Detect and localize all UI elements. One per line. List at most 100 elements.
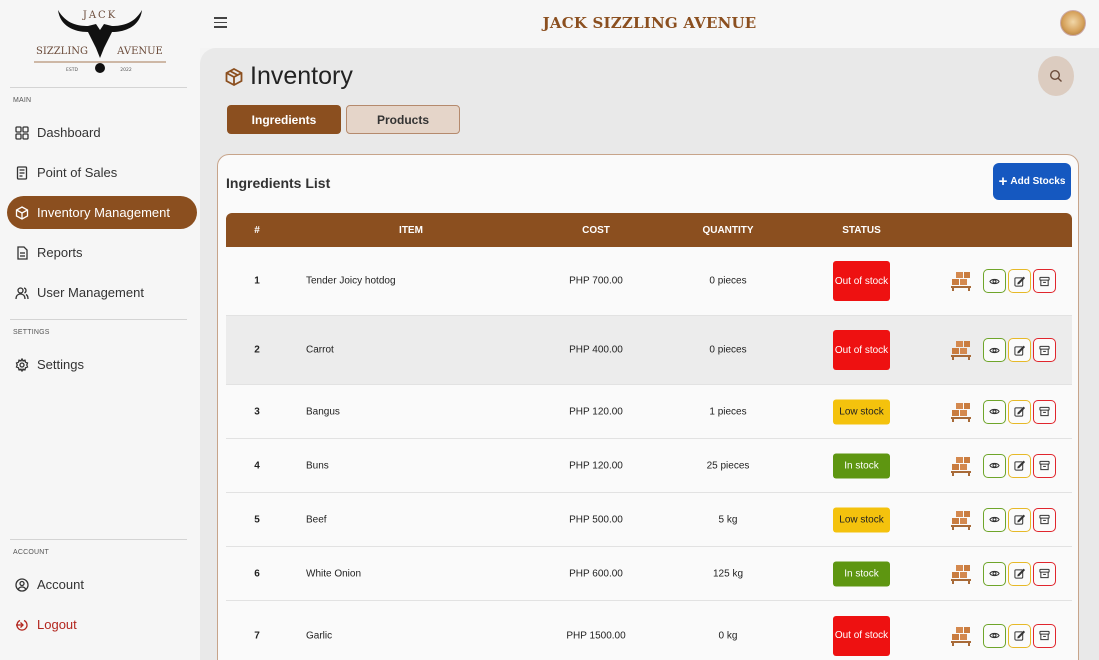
table-row: 7 Garlic PHP 1500.00 0 kg Out of stock [226,601,1072,660]
archive-button[interactable] [1033,453,1056,478]
sidebar-divider [10,319,187,320]
row-item: Garlic [306,630,333,641]
header-status: STATUS [842,225,881,236]
eye-icon [989,570,1000,577]
edit-button[interactable] [1008,338,1031,362]
sidebar-item-label: Inventory Management [37,205,170,220]
archive-button[interactable] [1033,338,1056,362]
sidebar-item-logout[interactable]: Logout [7,608,197,641]
row-cost: PHP 120.00 [569,406,623,417]
archive-icon [1039,460,1050,471]
row-actions [950,507,1060,532]
svg-text:2022: 2022 [120,67,132,73]
archive-icon [1039,406,1050,417]
view-button[interactable] [983,507,1006,532]
view-button[interactable] [983,269,1006,293]
sidebar-item-inventory-management[interactable]: Inventory Management [7,196,197,229]
status-badge: In stock [833,453,890,478]
row-status: Low stock [833,399,890,424]
page-title-text: Inventory [250,62,353,90]
edit-icon [1014,514,1025,525]
table-row: 6 White Onion PHP 600.00 125 kg In stock [226,547,1072,601]
row-actions [950,453,1060,478]
row-quantity: 5 kg [718,514,738,525]
sidebar-item-user-management[interactable]: User Management [7,276,197,309]
row-item: Buns [306,460,329,471]
edit-button[interactable] [1008,269,1031,293]
row-cost: PHP 400.00 [569,344,623,356]
app: JACK SIZZLING AVENUE ESTD 2022 MAIN Dash… [0,0,1099,660]
status-badge: In stock [833,561,890,586]
stock-boxes-icon[interactable] [950,339,972,361]
stock-boxes-icon[interactable] [950,563,972,585]
row-quantity: 1 pieces [709,406,747,417]
tab-ingredients[interactable]: Ingredients [227,105,341,134]
archive-button[interactable] [1033,399,1056,424]
header-quantity: QUANTITY [702,225,754,236]
avatar[interactable] [1060,10,1086,36]
edit-icon [1014,630,1025,641]
row-cost: PHP 700.00 [569,275,623,287]
view-button[interactable] [983,399,1006,424]
row-status: In stock [833,561,890,586]
add-stocks-label: Add Stocks [1010,176,1066,187]
row-number: 1 [254,275,260,287]
stock-boxes-icon[interactable] [950,625,972,647]
sidebar-item-reports[interactable]: Reports [7,236,197,269]
edit-button[interactable] [1008,399,1031,424]
main-content: Inventory Ingredients Products Ingredien… [200,48,1099,660]
row-quantity: 125 kg [712,568,744,579]
archive-icon [1039,276,1050,286]
brand-logo[interactable]: JACK SIZZLING AVENUE ESTD 2022 [30,4,170,76]
row-item: Beef [306,514,327,525]
stock-boxes-icon[interactable] [950,270,972,292]
row-item: Tender Joicy hotdog [306,275,396,287]
edit-button[interactable] [1008,623,1031,648]
row-cost: PHP 600.00 [569,568,623,579]
view-button[interactable] [983,453,1006,478]
row-number: 2 [254,344,260,356]
table-row: 3 Bangus PHP 120.00 1 pieces Low stock [226,385,1072,439]
edit-button[interactable] [1008,453,1031,478]
eye-icon [989,516,1000,523]
edit-icon [1014,345,1025,356]
row-status: Out of stock [833,615,890,656]
sidebar-item-label: Account [37,577,84,592]
stock-boxes-icon[interactable] [950,455,972,477]
view-button[interactable] [983,623,1006,648]
sidebar-item-settings[interactable]: Settings [7,348,197,381]
ingredients-card: Ingredients List + Add Stocks # ITEM COS… [217,154,1079,660]
view-button[interactable] [983,561,1006,586]
edit-button[interactable] [1008,561,1031,586]
stock-boxes-icon[interactable] [950,509,972,531]
plus-icon: + [998,173,1008,190]
sidebar-item-dashboard[interactable]: Dashboard [7,116,197,149]
row-actions [950,269,1060,293]
view-button[interactable] [983,338,1006,362]
user-circle-icon [15,577,29,592]
sidebar: JACK SIZZLING AVENUE ESTD 2022 MAIN Dash… [0,0,200,660]
section-settings-label: SETTINGS [13,329,50,336]
archive-button[interactable] [1033,561,1056,586]
edit-icon [1014,460,1025,471]
edit-button[interactable] [1008,507,1031,532]
row-number: 5 [254,514,260,525]
section-account-label: ACCOUNT [13,549,50,556]
sidebar-item-point-of-sales[interactable]: Point of Sales [7,156,197,189]
archive-icon [1039,568,1050,579]
tab-products[interactable]: Products [346,105,460,134]
table-row: 5 Beef PHP 500.00 5 kg Low stock [226,493,1072,547]
dashboard-icon [15,125,29,140]
archive-icon [1039,345,1050,355]
add-stocks-button[interactable]: + Add Stocks [993,163,1071,200]
stock-boxes-icon[interactable] [950,401,972,423]
archive-button[interactable] [1033,507,1056,532]
archive-button[interactable] [1033,269,1056,293]
search-button[interactable] [1038,56,1074,96]
status-badge: Out of stock [833,261,890,301]
status-badge: Low stock [833,399,890,424]
row-number: 6 [254,568,260,579]
table-row: 2 Carrot PHP 400.00 0 pieces Out of stock [226,316,1072,385]
sidebar-item-account[interactable]: Account [7,568,197,601]
archive-button[interactable] [1033,623,1056,648]
